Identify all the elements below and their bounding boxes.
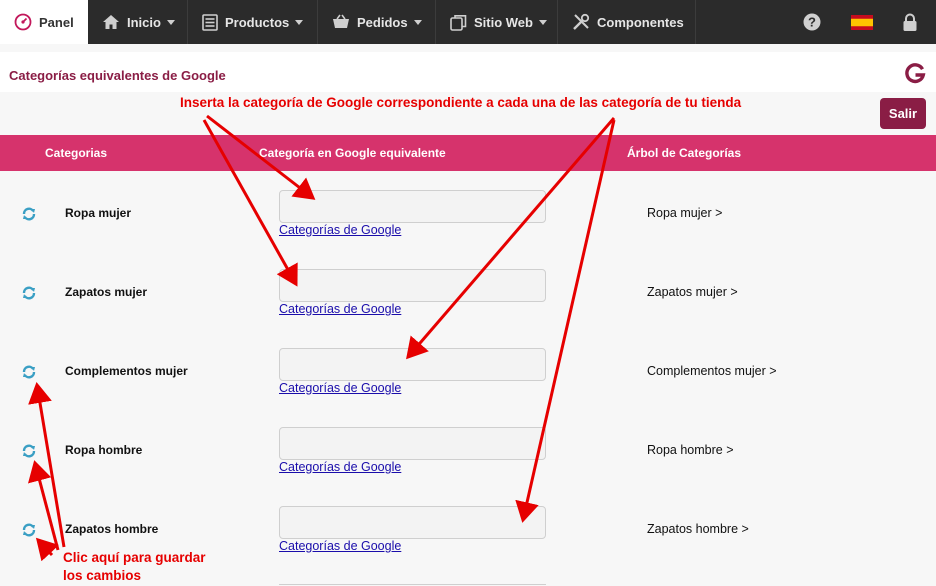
dashboard-icon bbox=[14, 13, 32, 31]
category-tree: Zapatos mujer > bbox=[647, 285, 738, 299]
lock-icon bbox=[903, 13, 917, 31]
nav-inicio[interactable]: Inicio bbox=[88, 0, 188, 44]
page-header: Categorías equivalentes de Google bbox=[0, 52, 936, 92]
nav-panel[interactable]: Panel bbox=[0, 0, 88, 44]
nav-productos-label: Productos bbox=[225, 14, 290, 30]
google-categories-link[interactable]: Categorías de Google bbox=[279, 223, 401, 237]
google-category-input[interactable] bbox=[279, 427, 546, 460]
table-row: Complementos mujer Categorías de Google … bbox=[0, 348, 936, 427]
refresh-icon[interactable] bbox=[21, 285, 37, 301]
google-categories-link[interactable]: Categorías de Google bbox=[279, 460, 401, 474]
google-categories-link[interactable]: Categorías de Google bbox=[279, 381, 401, 395]
nav-panel-label: Panel bbox=[39, 14, 74, 30]
chevron-down-icon bbox=[413, 19, 422, 25]
nav-productos[interactable]: Productos bbox=[188, 0, 318, 44]
help-icon: ? bbox=[803, 13, 821, 31]
tools-icon bbox=[573, 13, 590, 30]
refresh-icon[interactable] bbox=[21, 364, 37, 380]
chevron-down-icon bbox=[166, 19, 175, 25]
spain-flag-icon bbox=[851, 14, 873, 30]
category-tree: Ropa mujer > bbox=[647, 206, 723, 220]
help-button[interactable]: ? bbox=[796, 0, 828, 44]
category-tree: Zapatos hombre > bbox=[647, 522, 749, 536]
chevron-down-icon bbox=[295, 19, 304, 25]
refresh-icon[interactable] bbox=[21, 522, 37, 538]
home-icon bbox=[103, 15, 119, 29]
table-row: Ropa hombre Categorías de Google Ropa ho… bbox=[0, 427, 936, 506]
language-selector[interactable] bbox=[846, 0, 878, 44]
google-logo-icon bbox=[905, 63, 926, 84]
nav-sitio-web-label: Sitio Web bbox=[474, 14, 533, 30]
annotation-bottom-line1: Clic aquí para guardar bbox=[63, 550, 206, 565]
category-tree: Ropa hombre > bbox=[647, 443, 734, 457]
nav-pedidos[interactable]: Pedidos bbox=[318, 0, 436, 44]
category-name: Ropa mujer bbox=[65, 206, 132, 220]
category-name: Complementos mujer bbox=[65, 364, 188, 378]
nav-componentes[interactable]: Componentes bbox=[558, 0, 696, 44]
category-name: Ropa hombre bbox=[65, 443, 143, 457]
google-categories-link[interactable]: Categorías de Google bbox=[279, 539, 401, 553]
products-icon bbox=[202, 13, 218, 31]
page-title: Categorías equivalentes de Google bbox=[9, 68, 226, 83]
category-name: Zapatos hombre bbox=[65, 522, 159, 536]
shopping-basket-icon bbox=[333, 14, 349, 28]
nav-inicio-label: Inicio bbox=[127, 14, 161, 30]
svg-text:?: ? bbox=[808, 15, 816, 30]
category-tree: Complementos mujer > bbox=[647, 364, 777, 378]
pages-icon bbox=[450, 14, 467, 31]
google-category-input[interactable] bbox=[279, 269, 546, 302]
table-header: Categorias Categoría en Google equivalen… bbox=[0, 135, 936, 171]
category-name: Zapatos mujer bbox=[65, 285, 148, 299]
exit-button[interactable]: Salir bbox=[880, 98, 926, 129]
column-header-category-tree: Árbol de Categorías bbox=[627, 146, 742, 160]
annotation-bottom: Clic aquí para guardar los cambios bbox=[63, 549, 206, 585]
nav-pedidos-label: Pedidos bbox=[357, 14, 408, 30]
table-row: Ropa mujer Categorías de Google Ropa muj… bbox=[0, 190, 936, 269]
column-header-google-category: Categoría en Google equivalente bbox=[259, 146, 446, 160]
column-header-categories: Categorias bbox=[45, 146, 108, 160]
top-navbar: Panel Inicio Productos Pedidos Sitio Web… bbox=[0, 0, 936, 44]
refresh-icon[interactable] bbox=[21, 443, 37, 459]
annotation-bottom-line2: los cambios bbox=[63, 568, 142, 583]
chevron-down-icon bbox=[538, 19, 547, 25]
lock-button[interactable] bbox=[894, 0, 926, 44]
google-category-input[interactable] bbox=[279, 348, 546, 381]
nav-sitio-web[interactable]: Sitio Web bbox=[436, 0, 558, 44]
google-category-input[interactable] bbox=[279, 506, 546, 539]
table-row: Zapatos mujer Categorías de Google Zapat… bbox=[0, 269, 936, 348]
refresh-icon[interactable] bbox=[21, 206, 37, 222]
nav-componentes-label: Componentes bbox=[597, 14, 684, 30]
google-categories-link[interactable]: Categorías de Google bbox=[279, 302, 401, 316]
annotation-top: Inserta la categoría de Google correspon… bbox=[180, 95, 742, 110]
google-category-input[interactable] bbox=[279, 190, 546, 223]
